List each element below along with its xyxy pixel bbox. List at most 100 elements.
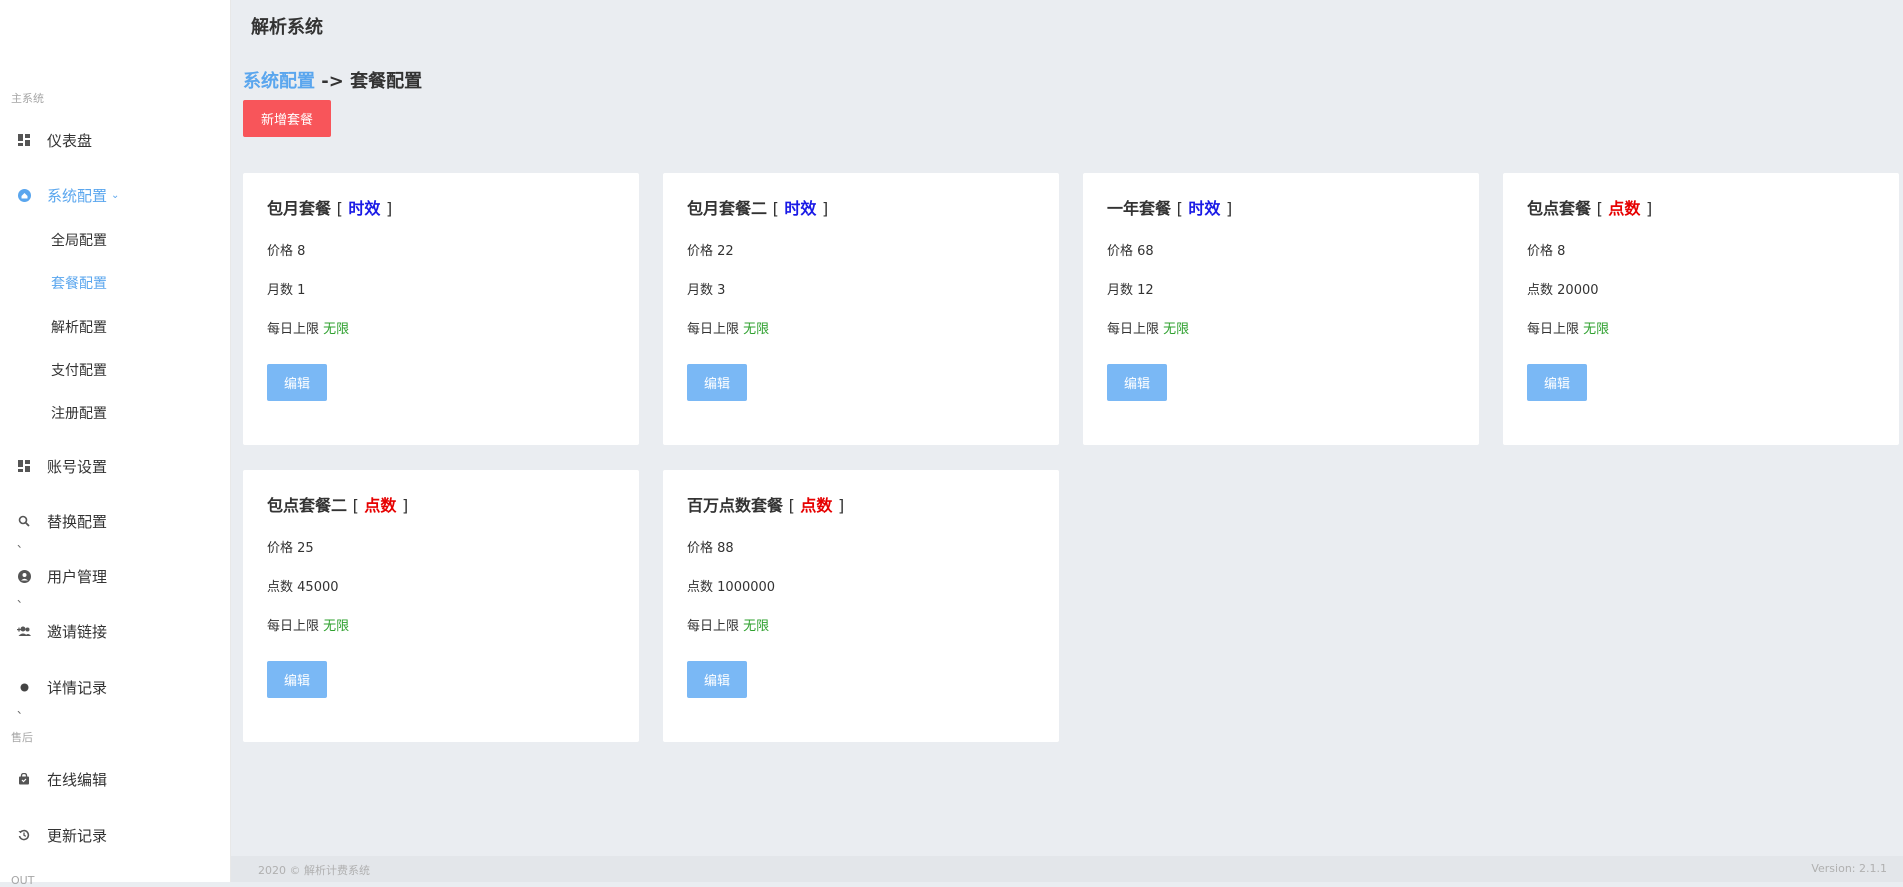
bracket-open: [ bbox=[772, 199, 779, 218]
card-tag: 点数 bbox=[364, 496, 397, 515]
price-value: 8 bbox=[1557, 244, 1566, 259]
daily-value: 无限 bbox=[1163, 322, 1190, 337]
footer: 2020 © 解析计费系统 Version: 2.1.1 bbox=[231, 856, 1903, 882]
sidebar-item-invite[interactable]: 邀请链接 bbox=[0, 617, 230, 645]
bracket-open: [ bbox=[352, 496, 359, 515]
package-card: 一年套餐 [ 时效 ] 价格 68 月数 12 每日上限 无限 编辑 bbox=[1083, 173, 1479, 445]
card-title: 一年套餐 [ 时效 ] bbox=[1107, 195, 1455, 221]
sidebar-item-dashboard[interactable]: 仪表盘 bbox=[0, 126, 230, 154]
qty-value: 3 bbox=[717, 283, 726, 298]
bracket-close: ] bbox=[822, 199, 829, 218]
card-tag: 点数 bbox=[800, 496, 833, 515]
sidebar-item-label: 用户管理 bbox=[47, 567, 108, 586]
daily-value: 无限 bbox=[1583, 322, 1610, 337]
daily-label: 每日上限 bbox=[267, 322, 320, 337]
price-value: 8 bbox=[297, 244, 306, 259]
footer-copyright: 2020 © 解析计费系统 bbox=[258, 864, 370, 877]
bracket-open: [ bbox=[788, 496, 795, 515]
sidebar-subitem-global[interactable]: 全局配置 bbox=[51, 230, 107, 250]
sidebar-item-online-edit[interactable]: 在线编辑 bbox=[0, 765, 230, 793]
package-card: 包月套餐 [ 时效 ] 价格 8 月数 1 每日上限 无限 编辑 bbox=[243, 173, 639, 445]
card-qty-row: 月数 12 bbox=[1107, 279, 1455, 299]
daily-value: 无限 bbox=[323, 619, 350, 634]
edit-button[interactable]: 编辑 bbox=[1107, 364, 1167, 401]
card-daily-row: 每日上限 无限 bbox=[687, 615, 1035, 635]
add-package-button[interactable]: 新增套餐 bbox=[243, 100, 331, 137]
card-price-row: 价格 68 bbox=[1107, 240, 1455, 260]
footer-version: Version: 2.1.1 bbox=[1811, 862, 1887, 875]
qty-label: 月数 bbox=[1107, 283, 1134, 298]
sidebar: 主系统 仪表盘 系统配置 ⌄ 全局配置 套餐配置 解析配置 支付配置 注册配置 … bbox=[0, 0, 231, 887]
sidebar-subitem-parse[interactable]: 解析配置 bbox=[51, 317, 107, 337]
package-card: 包点套餐 [ 点数 ] 价格 8 点数 20000 每日上限 无限 编辑 bbox=[1503, 173, 1899, 445]
price-label: 价格 bbox=[1107, 244, 1134, 259]
qty-value: 20000 bbox=[1557, 283, 1599, 298]
card-name: 包月套餐二 bbox=[687, 199, 768, 218]
card-tag: 时效 bbox=[784, 199, 817, 218]
edit-button[interactable]: 编辑 bbox=[687, 661, 747, 698]
edit-button[interactable]: 编辑 bbox=[687, 364, 747, 401]
price-value: 68 bbox=[1137, 244, 1154, 259]
card-qty-row: 点数 45000 bbox=[267, 576, 615, 596]
qty-value: 1 bbox=[297, 283, 306, 298]
card-name: 一年套餐 bbox=[1107, 199, 1172, 218]
bag-icon bbox=[17, 772, 31, 786]
qty-label: 月数 bbox=[687, 283, 714, 298]
sidebar-subitem-register[interactable]: 注册配置 bbox=[51, 403, 107, 423]
card-qty-row: 点数 1000000 bbox=[687, 576, 1035, 596]
edit-button[interactable]: 编辑 bbox=[267, 364, 327, 401]
card-title: 包月套餐 [ 时效 ] bbox=[267, 195, 615, 221]
sidebar-subitem-package[interactable]: 套餐配置 bbox=[51, 273, 107, 293]
home-icon bbox=[17, 188, 31, 202]
sidebar-subitem-payment[interactable]: 支付配置 bbox=[51, 360, 107, 380]
group-add-icon bbox=[17, 624, 31, 638]
bracket-close: ] bbox=[1226, 199, 1233, 218]
qty-label: 点数 bbox=[1527, 283, 1554, 298]
card-title: 包点套餐 [ 点数 ] bbox=[1527, 195, 1875, 221]
daily-label: 每日上限 bbox=[687, 619, 740, 634]
card-qty-row: 点数 20000 bbox=[1527, 279, 1875, 299]
bracket-open: [ bbox=[1596, 199, 1603, 218]
sidebar-item-account[interactable]: 账号设置 bbox=[0, 452, 230, 480]
price-label: 价格 bbox=[1527, 244, 1554, 259]
sidebar-item-replace[interactable]: 替换配置 bbox=[0, 507, 230, 535]
section-title-main: 主系统 bbox=[11, 92, 44, 105]
edit-button[interactable]: 编辑 bbox=[1527, 364, 1587, 401]
breadcrumb-current: 套餐配置 bbox=[350, 71, 423, 92]
price-label: 价格 bbox=[687, 541, 714, 556]
card-title: 包月套餐二 [ 时效 ] bbox=[687, 195, 1035, 221]
breadcrumb: 系统配置 -> 套餐配置 bbox=[243, 67, 422, 93]
daily-value: 无限 bbox=[323, 322, 350, 337]
qty-label: 月数 bbox=[267, 283, 294, 298]
price-value: 22 bbox=[717, 244, 734, 259]
daily-label: 每日上限 bbox=[1107, 322, 1160, 337]
card-daily-row: 每日上限 无限 bbox=[267, 318, 615, 338]
bracket-close: ] bbox=[838, 496, 845, 515]
sidebar-item-details[interactable]: 详情记录 bbox=[0, 673, 230, 701]
sidebar-item-label: 替换配置 bbox=[47, 512, 108, 531]
qty-value: 12 bbox=[1137, 283, 1154, 298]
sidebar-item-label: 详情记录 bbox=[47, 678, 108, 697]
dashboard-icon bbox=[17, 133, 31, 147]
daily-label: 每日上限 bbox=[1527, 322, 1580, 337]
sidebar-item-label: 在线编辑 bbox=[47, 770, 108, 789]
card-price-row: 价格 8 bbox=[1527, 240, 1875, 260]
bracket-close: ] bbox=[386, 199, 393, 218]
card-daily-row: 每日上限 无限 bbox=[1527, 318, 1875, 338]
sidebar-item-sysconfig[interactable]: 系统配置 ⌄ bbox=[0, 181, 230, 209]
edit-button[interactable]: 编辑 bbox=[267, 661, 327, 698]
bracket-close: ] bbox=[1646, 199, 1653, 218]
qty-value: 45000 bbox=[297, 580, 339, 595]
card-price-row: 价格 22 bbox=[687, 240, 1035, 260]
price-value: 88 bbox=[717, 541, 734, 556]
price-label: 价格 bbox=[267, 541, 294, 556]
sidebar-item-updates[interactable]: 更新记录 bbox=[0, 821, 230, 849]
sidebar-item-users[interactable]: 用户管理 bbox=[0, 562, 230, 590]
qty-value: 1000000 bbox=[717, 580, 776, 595]
bracket-open: [ bbox=[336, 199, 343, 218]
chevron-down-icon: ⌄ bbox=[111, 189, 120, 201]
qty-label: 点数 bbox=[687, 580, 714, 595]
breadcrumb-parent-link[interactable]: 系统配置 bbox=[243, 71, 315, 92]
history-icon bbox=[17, 828, 31, 842]
section-title-after: 售后 bbox=[11, 731, 33, 744]
